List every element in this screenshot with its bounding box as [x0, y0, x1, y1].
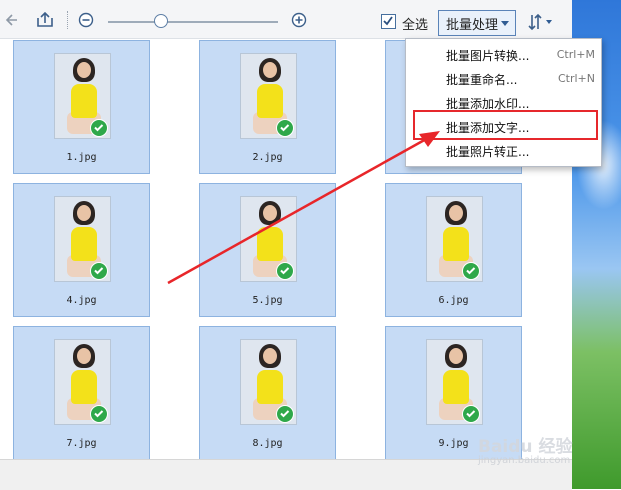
check-badge-icon: [90, 119, 108, 137]
figure-dress: [257, 84, 283, 118]
file-name: 8.jpg: [252, 438, 283, 449]
file-name: 5.jpg: [252, 295, 283, 306]
zoom-in-icon[interactable]: [290, 11, 308, 29]
figure-head: [77, 348, 91, 364]
watermark-logo: Baidu 经验: [478, 437, 573, 457]
check-badge-icon: [276, 405, 294, 423]
figure-dress: [71, 370, 97, 404]
menu-item-shortcut: Ctrl+M: [556, 48, 595, 61]
batch-process-button[interactable]: 批量处理: [438, 10, 516, 36]
upload-icon[interactable]: [36, 11, 54, 29]
arrow-left-icon[interactable]: [4, 11, 22, 29]
figure-dress: [257, 227, 283, 261]
sort-icon[interactable]: [526, 12, 556, 32]
check-badge-icon: [90, 405, 108, 423]
thumbnail-tile[interactable]: 2.jpg: [199, 40, 336, 174]
check-badge-icon: [276, 262, 294, 280]
thumbnail-tile[interactable]: 1.jpg: [13, 40, 150, 174]
select-all-checkbox[interactable]: [381, 14, 396, 29]
file-name: 1.jpg: [66, 152, 97, 163]
menu-item[interactable]: 批量照片转正...: [406, 139, 601, 161]
menu-item[interactable]: 批量重命名... Ctrl+N: [406, 67, 601, 89]
file-name: 7.jpg: [66, 438, 97, 449]
zoom-out-icon[interactable]: [77, 11, 95, 29]
highlight-box: [413, 110, 598, 140]
figure-dress: [443, 370, 469, 404]
chevron-down-icon: [501, 21, 509, 26]
figure-head: [263, 205, 277, 221]
file-name: 4.jpg: [66, 295, 97, 306]
file-name: 6.jpg: [438, 295, 469, 306]
figure-head: [449, 348, 463, 364]
watermark-url: jingyan.baidu.com: [478, 455, 571, 466]
check-badge-icon: [462, 262, 480, 280]
figure-head: [77, 62, 91, 78]
menu-item-label: 批量图片转换...: [446, 49, 530, 63]
figure-head: [263, 348, 277, 364]
zoom-slider-handle[interactable]: [153, 14, 168, 28]
toolbar: 全选 批量处理: [0, 0, 572, 39]
menu-item-label: 批量照片转正...: [446, 145, 530, 159]
zoom-slider[interactable]: [108, 21, 278, 23]
batch-process-menu: 批量图片转换... Ctrl+M 批量重命名... Ctrl+N 批量添加水印... 批量…: [405, 38, 602, 167]
figure-dress: [257, 370, 283, 404]
figure-head: [263, 62, 277, 78]
file-name: 2.jpg: [252, 152, 283, 163]
figure-head: [77, 205, 91, 221]
check-badge-icon: [276, 119, 294, 137]
menu-item-label: 批量重命名...: [446, 73, 518, 87]
check-badge-icon: [462, 405, 480, 423]
figure-dress: [71, 84, 97, 118]
thumbnail-tile[interactable]: 5.jpg: [199, 183, 336, 317]
figure-dress: [443, 227, 469, 261]
menu-item-shortcut: Ctrl+N: [557, 72, 595, 85]
thumbnail-tile[interactable]: 7.jpg: [13, 326, 150, 459]
toolbar-separator: [67, 11, 69, 29]
figure-dress: [71, 227, 97, 261]
thumbnail-tile[interactable]: 4.jpg: [13, 183, 150, 317]
select-all-label[interactable]: 全选: [402, 14, 428, 33]
thumbnail-tile[interactable]: 8.jpg: [199, 326, 336, 459]
thumbnail-tile[interactable]: 6.jpg: [385, 183, 522, 317]
check-badge-icon: [90, 262, 108, 280]
figure-head: [449, 205, 463, 221]
batch-process-label: 批量处理: [446, 17, 499, 33]
menu-item[interactable]: 批量图片转换... Ctrl+M: [406, 43, 601, 65]
